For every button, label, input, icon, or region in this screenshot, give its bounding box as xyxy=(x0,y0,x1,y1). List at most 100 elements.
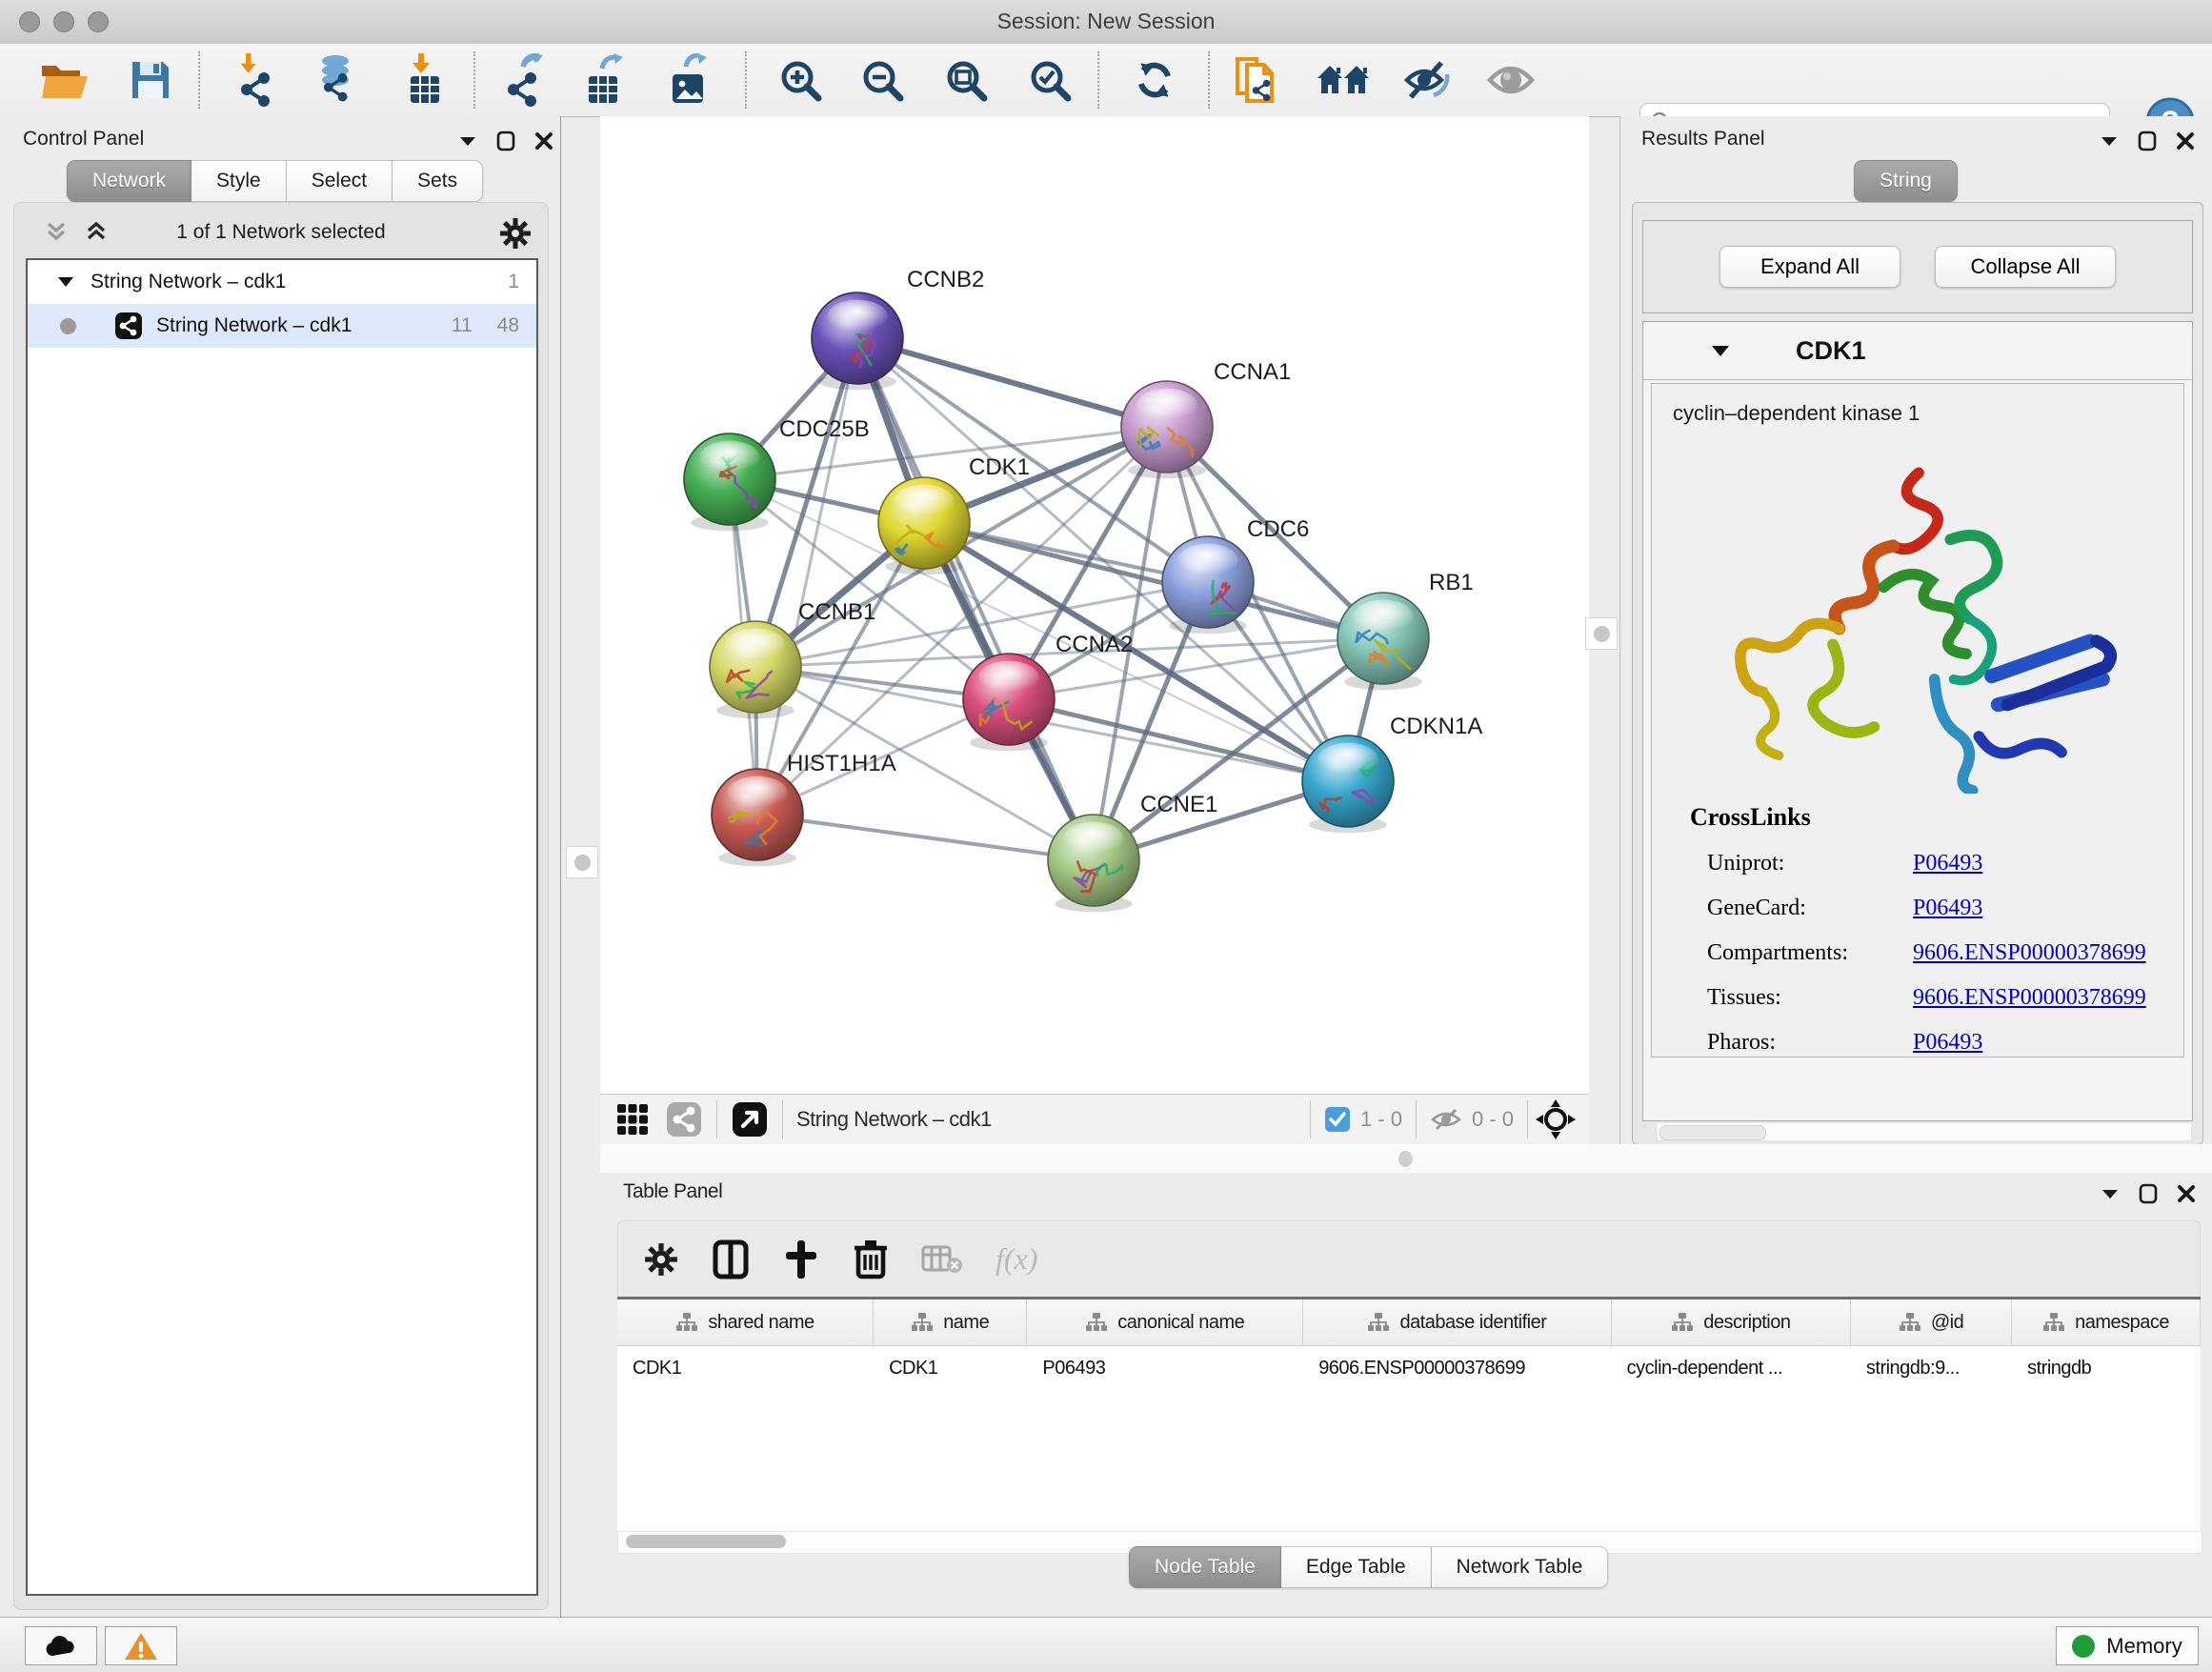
panel-close-icon[interactable] xyxy=(2176,1183,2197,1204)
tab-sets[interactable]: Sets xyxy=(392,160,483,202)
column-header-id[interactable]: @id xyxy=(1851,1299,2012,1345)
export-image-icon[interactable] xyxy=(658,50,719,111)
memory-button[interactable]: Memory xyxy=(2056,1626,2199,1665)
import-database-icon[interactable] xyxy=(305,50,366,111)
splitter-grip[interactable] xyxy=(1398,1151,1413,1167)
crosslink-link[interactable]: P06493 xyxy=(1913,851,1982,876)
node-CCNB1[interactable]: CCNB1 xyxy=(710,599,875,718)
table-row[interactable]: CDK1CDK1P064939606.ENSP00000378699cyclin… xyxy=(617,1346,2201,1390)
export-network-icon[interactable] xyxy=(492,50,553,111)
cloud-button[interactable] xyxy=(25,1626,97,1665)
tab-edge-table[interactable]: Edge Table xyxy=(1281,1546,1432,1588)
selected-count: 1 - 0 xyxy=(1360,1107,1402,1132)
function-builder-icon[interactable]: f(x) xyxy=(995,1241,1037,1277)
open-in-new-window-icon[interactable] xyxy=(731,1100,769,1138)
node-CCNE1[interactable]: CCNE1 xyxy=(1048,792,1217,912)
panel-float-icon[interactable] xyxy=(2138,1182,2159,1205)
results-tab-string[interactable]: String xyxy=(1854,160,1958,202)
collapse-all-button[interactable]: Collapse All xyxy=(1935,246,2116,288)
node-HIST1H1A[interactable]: HIST1H1A xyxy=(712,751,896,866)
hidden-eye-icon[interactable] xyxy=(1430,1106,1462,1133)
panel-float-icon[interactable] xyxy=(2137,130,2158,152)
node-CCNA1[interactable]: CCNA1 xyxy=(1121,359,1291,478)
warnings-button[interactable] xyxy=(105,1626,177,1665)
left-splitter-handle[interactable] xyxy=(566,846,598,878)
hide-selected-eye-icon[interactable] xyxy=(1397,50,1458,111)
node-CCNB2[interactable]: CCNB2 xyxy=(812,267,984,390)
cell-description[interactable]: cyclin-dependent ... xyxy=(1612,1346,1851,1390)
collection-label: String Network – cdk1 xyxy=(90,271,286,293)
edge-CCNB2-HIST1H1A[interactable] xyxy=(757,338,857,815)
string-share-icon[interactable] xyxy=(665,1100,703,1138)
results-scrollbar[interactable] xyxy=(1658,1123,2191,1140)
export-table-icon[interactable] xyxy=(574,50,635,111)
delete-column-trash-icon[interactable] xyxy=(853,1239,889,1280)
cell-id[interactable]: stringdb:9... xyxy=(1851,1346,2012,1390)
panel-menu-icon[interactable] xyxy=(2099,133,2120,149)
network-view-canvas[interactable]: CCNB2CCNA1CDC25BCDK1CDC6RB1CCNB1CCNA2CDK… xyxy=(600,116,1589,1094)
column-header-sharedname[interactable]: shared name xyxy=(617,1299,874,1345)
expand-all-button[interactable]: Expand All xyxy=(1719,246,1900,288)
node-label-CCNB1: CCNB1 xyxy=(798,599,875,625)
zoom-out-icon[interactable] xyxy=(852,50,913,111)
edge-CCNE1-HIST1H1A[interactable] xyxy=(757,815,1094,860)
open-file-icon[interactable] xyxy=(34,50,95,111)
cell-name[interactable]: CDK1 xyxy=(874,1346,1027,1390)
entry-expander-icon[interactable] xyxy=(1710,342,1731,359)
horizontal-splitter[interactable] xyxy=(600,1144,2212,1174)
table-settings-gear-icon[interactable] xyxy=(643,1241,679,1278)
houses-icon[interactable] xyxy=(1313,50,1374,111)
edge-CCNB2-CCNA1[interactable] xyxy=(857,338,1167,427)
node-CDK1[interactable]: CDK1 xyxy=(878,454,1030,574)
network-options-gear-icon[interactable] xyxy=(498,216,533,251)
crosslink-link[interactable]: 9606.ENSP00000378699 xyxy=(1913,985,2146,1011)
birdseye-crosshair-icon[interactable] xyxy=(1536,1099,1576,1139)
column-header-description[interactable]: description xyxy=(1612,1299,1851,1345)
column-header-namespace[interactable]: namespace xyxy=(2012,1299,2201,1345)
crosslink-link[interactable]: P06493 xyxy=(1913,896,1982,921)
cell-canonicalname[interactable]: P06493 xyxy=(1027,1346,1303,1390)
column-header-name[interactable]: name xyxy=(874,1299,1027,1345)
right-splitter-handle[interactable] xyxy=(1585,617,1618,650)
show-columns-icon[interactable] xyxy=(712,1239,750,1280)
zoom-selected-icon[interactable] xyxy=(1019,50,1080,111)
network-collection-row[interactable]: String Network – cdk1 1 xyxy=(28,260,536,304)
grid-view-icon[interactable] xyxy=(615,1102,650,1137)
add-column-icon[interactable] xyxy=(782,1239,820,1280)
delete-table-icon[interactable] xyxy=(921,1243,963,1276)
window-title: Session: New Session xyxy=(0,9,2212,34)
import-network-icon[interactable] xyxy=(225,50,286,111)
tree-expander-icon[interactable] xyxy=(56,274,75,290)
show-all-eye-icon[interactable] xyxy=(1480,50,1541,111)
network-row-selected[interactable]: String Network – cdk1 11 48 xyxy=(28,304,536,348)
crosslink-link[interactable]: 9606.ENSP00000378699 xyxy=(1913,940,2146,966)
node-RB1[interactable]: RB1 xyxy=(1337,570,1474,690)
column-header-databaseidentifier[interactable]: database identifier xyxy=(1303,1299,1612,1345)
cell-namespace[interactable]: stringdb xyxy=(2012,1346,2201,1390)
cell-databaseidentifier[interactable]: 9606.ENSP00000378699 xyxy=(1303,1346,1611,1390)
clone-network-icon[interactable] xyxy=(1227,50,1288,111)
save-session-icon[interactable] xyxy=(120,50,181,111)
tab-style[interactable]: Style xyxy=(191,160,287,202)
panel-close-icon[interactable] xyxy=(2175,131,2196,151)
tab-network-table[interactable]: Network Table xyxy=(1432,1546,1609,1588)
panel-float-icon[interactable] xyxy=(495,130,516,152)
crosslink-link[interactable]: P06493 xyxy=(1913,1030,1982,1056)
crosslink-row: GeneCard:P06493 xyxy=(1707,896,1806,921)
zoom-fit-icon[interactable] xyxy=(935,50,996,111)
refresh-icon[interactable] xyxy=(1124,50,1185,111)
panel-menu-icon[interactable] xyxy=(457,133,478,149)
column-header-canonicalname[interactable]: canonical name xyxy=(1027,1299,1303,1345)
panel-close-icon[interactable] xyxy=(533,131,554,151)
toolbar-separator xyxy=(1097,51,1099,109)
node-CDKN1A[interactable]: CDKN1A xyxy=(1302,714,1482,833)
selected-checkbox-icon[interactable] xyxy=(1324,1106,1351,1133)
tab-network[interactable]: Network xyxy=(67,160,191,202)
tab-node-table[interactable]: Node Table xyxy=(1129,1546,1281,1588)
cell-sharedname[interactable]: CDK1 xyxy=(617,1346,874,1390)
import-table-icon[interactable] xyxy=(394,50,455,111)
tab-select[interactable]: Select xyxy=(287,160,392,202)
panel-menu-icon[interactable] xyxy=(2100,1186,2121,1201)
cdk1-entry-header[interactable]: CDK1 xyxy=(1643,322,2192,380)
zoom-in-icon[interactable] xyxy=(770,50,831,111)
